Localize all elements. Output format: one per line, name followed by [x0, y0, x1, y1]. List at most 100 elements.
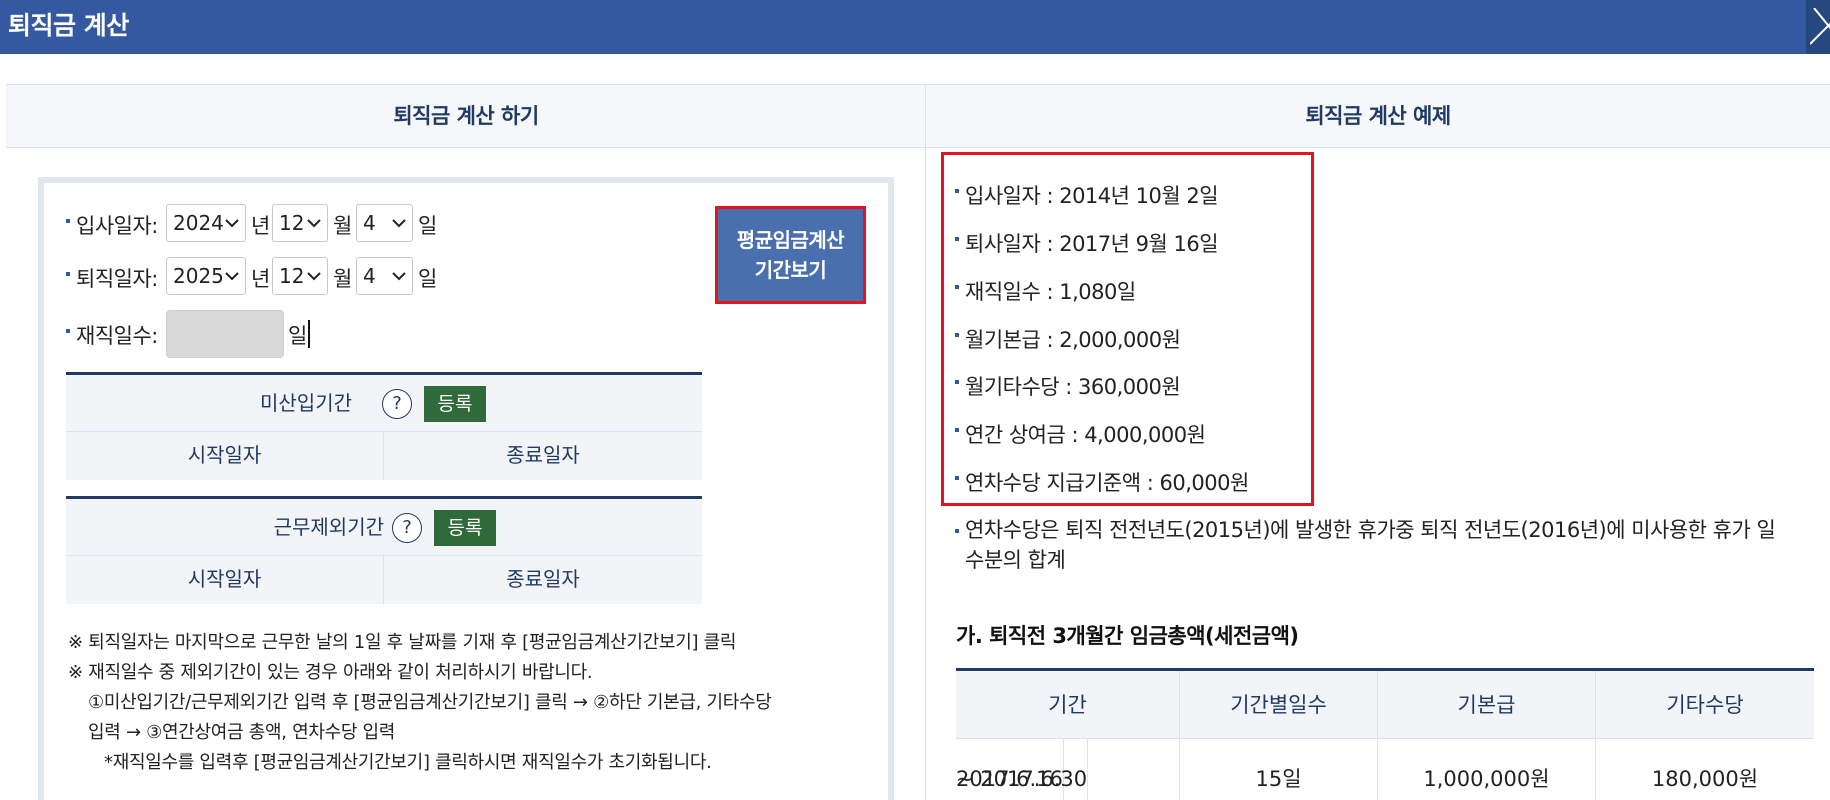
chevron-down-icon	[225, 219, 239, 228]
example-item-text: 퇴사일자 : 2017년 9월 16일	[965, 232, 1219, 256]
chevron-down-icon	[307, 272, 321, 281]
month-unit: 월	[333, 214, 353, 238]
table-cell-period: 2017.6.16 ~ 2017.6.30	[956, 739, 1180, 800]
table-header-cell: 기본급	[1378, 671, 1596, 739]
chevron-down-icon	[392, 272, 406, 281]
end-date-header: 종료일자	[506, 567, 580, 591]
help-icon[interactable]: ?	[392, 513, 422, 543]
bullet-icon	[955, 529, 959, 533]
tab-example[interactable]: 퇴직금 계산 예제	[926, 85, 1830, 148]
hire-date-label-text: 입사일자:	[76, 214, 158, 238]
service-days-unit: 일	[288, 324, 308, 348]
hire-day-value: 4	[363, 211, 376, 235]
hire-day-select[interactable]: 4	[356, 204, 413, 242]
annual-leave-note-text: 연차수당은 퇴직 전전년도(2015년)에 발생한 휴가중 퇴직 전년도(201…	[965, 518, 1776, 572]
start-date-header: 시작일자	[66, 556, 384, 604]
annual-leave-note: 연차수당은 퇴직 전전년도(2015년)에 발생한 휴가중 퇴직 전년도(201…	[955, 515, 1795, 575]
table-header-row: 기간 기간별일수 기본급 기타수당	[956, 671, 1814, 739]
chevron-down-icon	[307, 219, 321, 228]
tab-bar: 퇴직금 계산 하기 퇴직금 계산 예제	[6, 84, 1830, 148]
leave-month-value: 12	[279, 264, 305, 288]
window-title: 퇴직금 계산	[8, 11, 129, 40]
service-days-label: 재직일수:	[66, 320, 158, 350]
example-item: 재직일수 : 1,080일	[955, 276, 1136, 306]
hire-year-value: 2024	[173, 211, 224, 235]
bullet-icon	[955, 333, 959, 337]
example-item-text: 재직일수 : 1,080일	[965, 280, 1136, 304]
table-header-cell: 기타수당	[1666, 693, 1744, 717]
bullet-icon	[66, 272, 70, 276]
note-line: 입력 → ③연간상여금 총액, 연차수당 입력	[88, 722, 396, 743]
excluded-period-columns: 시작일자 종료일자	[66, 432, 702, 480]
leave-year-value: 2025	[173, 264, 224, 288]
table-cell-other: 180,000원	[1651, 767, 1759, 791]
instructions-notes: ※ 퇴직일자는 마지막으로 근무한 날의 1일 후 날짜를 기재 후 [평균임금…	[68, 628, 888, 778]
help-icon[interactable]: ?	[382, 389, 412, 419]
example-item: 월기본급 : 2,000,000원	[955, 324, 1181, 354]
table-row: 2017.6.16 ~ 2017.6.30 15일 1,000,000원 180…	[956, 739, 1814, 800]
work-excluded-period-register-button[interactable]: 등록	[434, 510, 496, 546]
section-title: 가. 퇴직전 3개월간 임금총액(세전금액)	[956, 624, 1299, 648]
work-excluded-period-table: 근무제외기간 ? 등록 시작일자 종료일자	[66, 496, 702, 604]
table-header-cell: 기간	[956, 671, 1180, 739]
excluded-period-table: 미산입기간 ? 등록 시작일자 종료일자	[66, 372, 702, 480]
work-excluded-period-columns: 시작일자 종료일자	[66, 556, 702, 604]
avg-wage-button-line2: 기간보기	[754, 258, 827, 282]
example-item: 입사일자 : 2014년 10월 2일	[955, 180, 1219, 210]
hire-year-select[interactable]: 2024	[166, 204, 246, 242]
example-item-text: 월기본급 : 2,000,000원	[965, 328, 1181, 352]
bullet-icon	[955, 285, 959, 289]
excluded-period-title: 미산입기간	[260, 391, 352, 415]
example-item-text: 월기타수당 : 360,000원	[965, 375, 1181, 399]
close-icon	[1810, 8, 1830, 45]
bullet-icon	[955, 237, 959, 241]
note-line: ※ 재직일수 중 제외기간이 있는 경우 아래와 같이 처리하시기 바랍니다.	[68, 662, 593, 683]
table-cell-days: 15일	[1180, 739, 1378, 800]
avg-wage-button-line1: 평균임금계산	[736, 228, 845, 252]
example-item: 연간 상여금 : 4,000,000원	[955, 419, 1206, 449]
start-date-header: 시작일자	[66, 432, 384, 480]
end-date-header: 종료일자	[506, 443, 580, 467]
column-divider	[925, 84, 926, 800]
example-item-text: 연차수당 지급기준액 : 60,000원	[965, 471, 1249, 495]
period-end: ~ 2017.6.30	[956, 739, 1089, 800]
bullet-icon	[66, 329, 70, 333]
wage-total-table: 기간 기간별일수 기본급 기타수당 2017.6.16 ~ 2017.6.30 …	[956, 668, 1814, 800]
excluded-period-header: 미산입기간 ? 등록	[66, 375, 702, 432]
service-days-input[interactable]	[166, 310, 284, 358]
example-item: 퇴사일자 : 2017년 9월 16일	[955, 228, 1219, 258]
bullet-icon	[66, 219, 70, 223]
example-item: 월기타수당 : 360,000원	[955, 371, 1181, 401]
text-caret	[308, 320, 310, 348]
bullet-icon	[955, 428, 959, 432]
year-unit: 년	[251, 214, 271, 238]
work-excluded-period-title: 근무제외기간	[273, 515, 384, 539]
excluded-period-register-button[interactable]: 등록	[424, 386, 486, 422]
example-item-text: 입사일자 : 2014년 10월 2일	[965, 184, 1219, 208]
close-button[interactable]	[1806, 0, 1830, 54]
avg-wage-period-button[interactable]: 평균임금계산 기간보기	[715, 206, 866, 304]
example-item-text: 연간 상여금 : 4,000,000원	[965, 423, 1206, 447]
leave-year-select[interactable]: 2025	[166, 257, 246, 295]
leave-date-label-text: 퇴직일자:	[76, 267, 158, 291]
leave-month-select[interactable]: 12	[272, 257, 328, 295]
hire-date-label: 입사일자:	[66, 210, 158, 240]
note-line: ※ 퇴직일자는 마지막으로 근무한 날의 1일 후 날짜를 기재 후 [평균임금…	[68, 632, 737, 653]
work-excluded-period-header: 근무제외기간 ? 등록	[66, 499, 702, 556]
leave-date-label: 퇴직일자:	[66, 263, 158, 293]
tab-calculate[interactable]: 퇴직금 계산 하기	[6, 85, 926, 148]
leave-day-value: 4	[363, 264, 376, 288]
leave-day-select[interactable]: 4	[356, 257, 413, 295]
service-days-label-text: 재직일수:	[76, 324, 158, 348]
hire-month-select[interactable]: 12	[272, 204, 328, 242]
chevron-down-icon	[225, 272, 239, 281]
note-line: ①미산입기간/근무제외기간 입력 후 [평균임금계산기간보기] 클릭 → ②하단…	[88, 692, 772, 713]
chevron-down-icon	[392, 219, 406, 228]
table-header-cell: 기간별일수	[1180, 671, 1378, 739]
day-unit: 일	[418, 267, 438, 291]
table-cell-base: 1,000,000원	[1378, 739, 1596, 800]
example-item: 연차수당 지급기준액 : 60,000원	[955, 467, 1249, 497]
month-unit: 월	[333, 267, 353, 291]
hire-month-value: 12	[279, 211, 305, 235]
window-titlebar: 퇴직금 계산	[0, 0, 1830, 54]
